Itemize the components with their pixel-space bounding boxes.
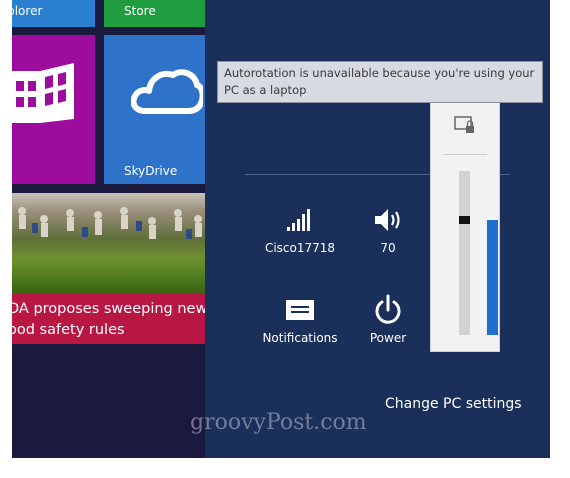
app-bag-icon	[12, 63, 74, 123]
power-icon	[343, 293, 433, 327]
brightness-slider-thumb[interactable]	[459, 216, 470, 224]
network-button[interactable]: Cisco17718	[255, 203, 345, 255]
rotation-lock-icon	[454, 115, 476, 135]
tile-internet-explorer[interactable]: xplorer	[12, 0, 95, 27]
power-button[interactable]: Power	[343, 293, 433, 345]
brightness-slider-track[interactable]	[459, 171, 498, 335]
tile-store[interactable]: Store	[104, 0, 205, 27]
news-photo-illustration	[18, 207, 202, 239]
tile-label-skydrive: SkyDrive	[124, 164, 178, 178]
tile-skydrive[interactable]: SkyDrive	[104, 35, 205, 184]
news-headline: DA proposes sweeping new ood safety rule…	[12, 301, 205, 338]
change-pc-settings-link[interactable]: Change PC settings	[385, 396, 522, 412]
network-label: Cisco17718	[264, 241, 336, 255]
slider-separator	[443, 154, 487, 155]
brightness-slider-panel	[430, 96, 500, 352]
notifications-button[interactable]: Notifications	[255, 293, 345, 345]
notifications-label: Notifications	[262, 331, 338, 345]
tile-label-explorer: xplorer	[12, 4, 43, 18]
tile-app[interactable]	[12, 35, 95, 184]
speaker-icon	[343, 203, 433, 237]
news-photo	[12, 193, 205, 294]
volume-label: 70	[380, 241, 396, 255]
tile-label-store: Store	[124, 4, 156, 18]
autorotation-tooltip: Autorotation is unavailable because you'…	[217, 61, 543, 103]
brightness-slider-fill	[487, 220, 498, 335]
windows-screen: xplorer Store SkyDrive	[12, 0, 550, 458]
volume-button[interactable]: 70	[343, 203, 433, 255]
tile-news[interactable]: DA proposes sweeping new ood safety rule…	[12, 193, 205, 344]
notifications-icon	[255, 293, 345, 327]
watermark: groovyPost.com	[190, 410, 367, 435]
power-label: Power	[369, 331, 407, 345]
cloud-icon	[131, 69, 203, 114]
wifi-signal-icon	[255, 203, 345, 237]
